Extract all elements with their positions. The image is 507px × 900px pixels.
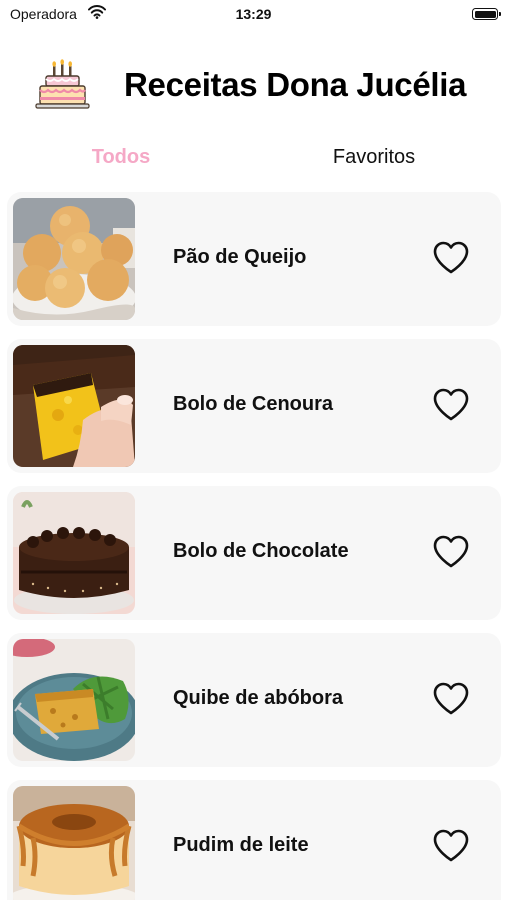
- birthday-cake-icon: [32, 57, 92, 117]
- status-time: 13:29: [235, 6, 272, 22]
- recipe-card[interactable]: Quibe de abóbora: [7, 633, 501, 767]
- recipe-list: Pão de Queijo Bolo de Cenoura Bolo de Ch…: [7, 192, 501, 900]
- recipe-name: Quibe de abóbora: [173, 687, 344, 709]
- page-title: Receitas Dona Jucélia: [124, 66, 467, 103]
- chocolate-cake-photo: [13, 492, 135, 614]
- tab-todos[interactable]: Todos: [21, 146, 221, 169]
- recipe-card[interactable]: Pão de Queijo: [7, 192, 501, 326]
- recipe-card[interactable]: Pudim de leite: [7, 780, 501, 900]
- cheese-bread-photo: [13, 198, 135, 320]
- tab-bar: Todos Favoritos: [0, 146, 507, 178]
- battery-icon: [472, 8, 501, 20]
- favorite-heart-icon[interactable]: [432, 240, 470, 276]
- app-header: Receitas Dona Jucélia: [0, 52, 507, 122]
- favorite-heart-icon[interactable]: [432, 534, 470, 570]
- recipe-name: Bolo de Chocolate: [173, 540, 349, 562]
- recipe-name: Pão de Queijo: [173, 246, 307, 268]
- status-bar: Operadora 13:29: [0, 0, 507, 30]
- carrot-cake-photo: [13, 345, 135, 467]
- pumpkin-kibbeh-photo: [13, 639, 135, 761]
- favorite-heart-icon[interactable]: [432, 828, 470, 864]
- recipe-name: Bolo de Cenoura: [173, 393, 334, 415]
- milk-pudding-photo: [13, 786, 135, 900]
- tab-favoritos[interactable]: Favoritos: [274, 146, 474, 169]
- favorite-heart-icon[interactable]: [432, 387, 470, 423]
- favorite-heart-icon[interactable]: [432, 681, 470, 717]
- recipe-name: Pudim de leite: [173, 834, 309, 856]
- recipe-card[interactable]: Bolo de Chocolate: [7, 486, 501, 620]
- recipe-card[interactable]: Bolo de Cenoura: [7, 339, 501, 473]
